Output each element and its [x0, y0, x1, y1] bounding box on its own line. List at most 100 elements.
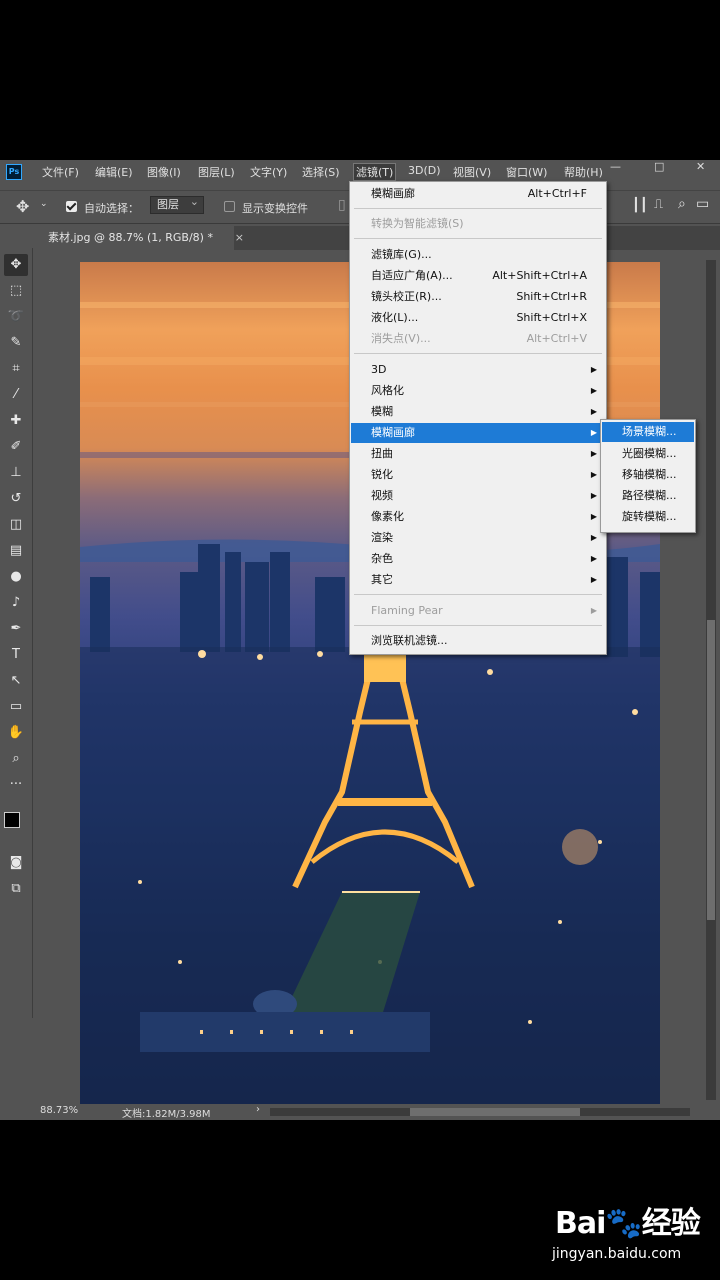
- menu-item-blur-gallery[interactable]: 模糊画廊 ▶: [351, 423, 605, 443]
- menu-item-video[interactable]: 视频 ▶: [351, 486, 605, 506]
- move-tool-icon[interactable]: ✥: [16, 197, 29, 216]
- vertical-scroll-thumb[interactable]: [707, 620, 715, 920]
- tools-panel: ✥ ⬚ ➰ ✎ ⌗ ⁄ ✚ ✐ ⊥ ↺ ◫ ▤ ● ♪ ✒ T ↖ ▭ ✋ ⌕ …: [0, 248, 33, 1018]
- type-tool-icon[interactable]: T: [4, 644, 28, 666]
- menu-view[interactable]: 视图(V): [453, 164, 491, 180]
- menu-item-label: 渲染: [371, 531, 393, 544]
- menu-separator: [354, 208, 602, 209]
- submenu-arrow-icon: ▶: [590, 365, 597, 374]
- 3d-mode-icon[interactable]: ⎍: [654, 197, 663, 212]
- dodge-tool-icon[interactable]: ♪: [4, 592, 28, 614]
- show-transform-label: 显示变换控件: [242, 202, 308, 215]
- auto-select-dropdown[interactable]: 图层: [150, 194, 204, 214]
- menu-item-pixelate[interactable]: 像素化 ▶: [351, 507, 605, 527]
- submenu-arrow-icon: ▶: [590, 470, 597, 479]
- move-tool-icon[interactable]: ✥: [4, 254, 28, 276]
- menu-edit[interactable]: 编辑(E): [95, 164, 133, 180]
- menu-type[interactable]: 文字(Y): [250, 164, 287, 180]
- submenu-item-field-blur[interactable]: 场景模糊...: [602, 422, 694, 442]
- menu-item-noise[interactable]: 杂色 ▶: [351, 549, 605, 569]
- submenu-item-spin-blur[interactable]: 旋转模糊...: [602, 507, 694, 527]
- baidu-watermark: Bai🐾经验: [555, 1198, 701, 1242]
- menu-item-browse-online-filters[interactable]: 浏览联机滤镜...: [351, 631, 605, 651]
- zoom-tool-icon[interactable]: ⌕: [4, 748, 28, 770]
- vertical-scrollbar[interactable]: [706, 260, 716, 1100]
- menu-item-label: 镜头校正(R)...: [371, 290, 442, 303]
- horizontal-scroll-thumb[interactable]: [410, 1108, 580, 1116]
- submenu-arrow-icon: ▶: [590, 449, 597, 458]
- distribute-icon[interactable]: ┃┃: [632, 198, 648, 213]
- menu-item-3d[interactable]: 3D ▶: [351, 360, 605, 380]
- menu-item-distort[interactable]: 扭曲 ▶: [351, 444, 605, 464]
- menu-item-label: 3D: [371, 363, 387, 376]
- chevron-down-icon[interactable]: ⌄: [40, 199, 48, 209]
- menu-item-label: 模糊画廊: [371, 187, 415, 200]
- menu-separator: [354, 238, 602, 239]
- auto-select-checkbox[interactable]: [66, 201, 77, 212]
- submenu-arrow-icon: ▶: [590, 386, 597, 395]
- menu-item-blur[interactable]: 模糊 ▶: [351, 402, 605, 422]
- menu-select[interactable]: 选择(S): [302, 164, 340, 180]
- menu-item-label: 滤镜库(G)...: [371, 248, 432, 261]
- rectangle-tool-icon[interactable]: ▭: [4, 696, 28, 718]
- menu-item-liquify[interactable]: 液化(L)... Shift+Ctrl+X: [351, 308, 605, 328]
- hand-tool-icon[interactable]: ✋: [4, 722, 28, 744]
- pen-tool-icon[interactable]: ✒: [4, 618, 28, 640]
- search-icon[interactable]: ⌕: [678, 196, 686, 212]
- menu-item-filter-gallery[interactable]: 滤镜库(G)...: [351, 245, 605, 265]
- quick-mask-icon[interactable]: ◙: [4, 852, 28, 874]
- lasso-tool-icon[interactable]: ➰: [4, 306, 28, 328]
- zoom-level[interactable]: 88.73%: [40, 1105, 78, 1116]
- history-brush-tool-icon[interactable]: ↺: [4, 488, 28, 510]
- menu-item-lens-correction[interactable]: 镜头校正(R)... Shift+Ctrl+R: [351, 287, 605, 307]
- menu-item-other[interactable]: 其它 ▶: [351, 570, 605, 590]
- eyedropper-tool-icon[interactable]: ⁄: [4, 384, 28, 406]
- clone-stamp-tool-icon[interactable]: ⊥: [4, 462, 28, 484]
- minimize-icon[interactable]: —: [610, 160, 621, 173]
- show-transform-checkbox[interactable]: [224, 201, 235, 212]
- menu-item-sharpen[interactable]: 锐化 ▶: [351, 465, 605, 485]
- options-right-icons: ┃┃ ⎍ ⌕ ▭: [600, 190, 720, 222]
- menu-item-label: 其它: [371, 573, 393, 586]
- eraser-tool-icon[interactable]: ◫: [4, 514, 28, 536]
- close-tab-icon[interactable]: ×: [235, 226, 244, 250]
- blur-tool-icon[interactable]: ●: [4, 566, 28, 588]
- submenu-arrow-icon: ▶: [590, 575, 597, 584]
- crop-tool-icon[interactable]: ⌗: [4, 358, 28, 380]
- status-arrow-icon[interactable]: ›: [256, 1104, 260, 1115]
- path-select-tool-icon[interactable]: ↖: [4, 670, 28, 692]
- menu-item-adaptive-wide-angle[interactable]: 自适应广角(A)... Alt+Shift+Ctrl+A: [351, 266, 605, 286]
- menu-item-blur-gallery-last[interactable]: 模糊画廊 Alt+Ctrl+F: [351, 184, 605, 204]
- submenu-arrow-icon: ▶: [590, 533, 597, 542]
- submenu-item-iris-blur[interactable]: 光圈模糊...: [602, 444, 694, 464]
- healing-brush-tool-icon[interactable]: ✚: [4, 410, 28, 432]
- menu-item-render[interactable]: 渲染 ▶: [351, 528, 605, 548]
- submenu-arrow-icon: ▶: [590, 512, 597, 521]
- align-icon[interactable]: ▯: [338, 197, 346, 213]
- close-window-icon[interactable]: ✕: [696, 160, 705, 173]
- gradient-tool-icon[interactable]: ▤: [4, 540, 28, 562]
- menu-window[interactable]: 窗口(W): [506, 164, 547, 180]
- menu-item-shortcut: Shift+Ctrl+R: [516, 290, 587, 303]
- quick-select-tool-icon[interactable]: ✎: [4, 332, 28, 354]
- workspace-icon[interactable]: ▭: [696, 196, 709, 212]
- menu-layer[interactable]: 图层(L): [198, 164, 235, 180]
- menu-item-stylize[interactable]: 风格化 ▶: [351, 381, 605, 401]
- foreground-color-swatch[interactable]: [4, 812, 20, 828]
- more-tools-icon[interactable]: ···: [4, 774, 28, 796]
- submenu-arrow-icon: ▶: [590, 554, 597, 563]
- horizontal-scrollbar[interactable]: [270, 1108, 690, 1116]
- menu-3d[interactable]: 3D(D): [408, 164, 441, 177]
- menu-item-shortcut: Alt+Shift+Ctrl+A: [492, 269, 587, 282]
- menu-help[interactable]: 帮助(H): [564, 164, 603, 180]
- screen-mode-icon[interactable]: ⧉: [4, 878, 28, 900]
- menu-image[interactable]: 图像(I): [147, 164, 181, 180]
- maximize-icon[interactable]: □: [654, 160, 664, 173]
- marquee-tool-icon[interactable]: ⬚: [4, 280, 28, 302]
- menu-filter[interactable]: 滤镜(T): [352, 163, 397, 181]
- menu-file[interactable]: 文件(F): [42, 164, 79, 180]
- submenu-item-path-blur[interactable]: 路径模糊...: [602, 486, 694, 506]
- document-tab[interactable]: 素材.jpg @ 88.7% (1, RGB/8) * ×: [38, 226, 244, 250]
- submenu-item-tilt-shift[interactable]: 移轴模糊...: [602, 465, 694, 485]
- brush-tool-icon[interactable]: ✐: [4, 436, 28, 458]
